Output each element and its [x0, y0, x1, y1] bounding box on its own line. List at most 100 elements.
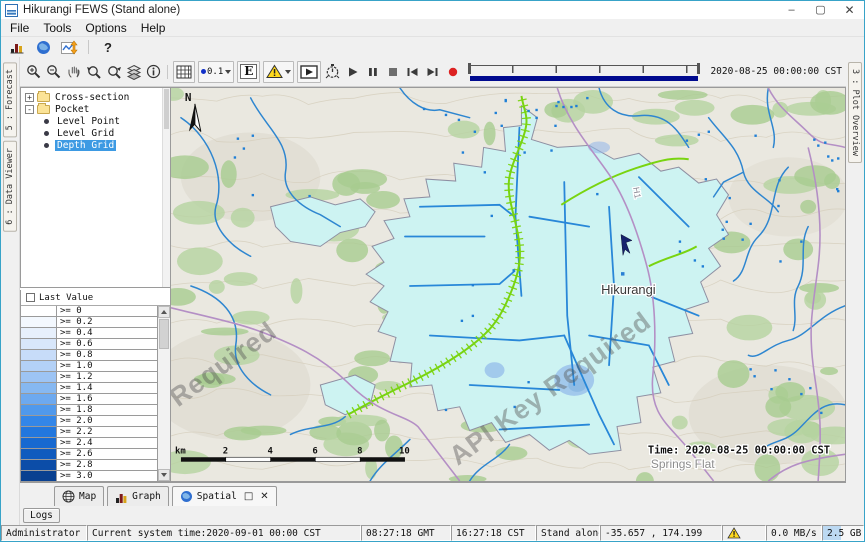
zoom-next-icon[interactable]	[104, 61, 123, 83]
time-slider-range-bar[interactable]	[470, 76, 698, 81]
legend-row[interactable]: >= 3.0	[21, 471, 157, 481]
legend-row[interactable]: >= 0.8	[21, 350, 157, 361]
legend-row[interactable]: >= 1.2	[21, 372, 157, 383]
legend-row[interactable]: >= 1.0	[21, 361, 157, 372]
status-warning-icon[interactable]	[722, 525, 766, 541]
legend-labels-button[interactable]: E	[237, 61, 260, 83]
legend-color-swatch	[21, 405, 57, 415]
legend-row[interactable]: >= 0.6	[21, 339, 157, 350]
scale-dropdown[interactable]: 0.1	[198, 61, 234, 83]
legend-row[interactable]: >= 2.2	[21, 427, 157, 438]
legend-row[interactable]: >= 1.8	[21, 405, 157, 416]
warning-triangle-icon	[266, 64, 283, 79]
current-datetime: 2020-08-25 00:00:00 CST	[706, 66, 842, 77]
logs-button[interactable]: Logs	[23, 508, 60, 523]
tab-graph-label: Graph	[132, 491, 161, 502]
collapse-toggle-icon[interactable]: -	[25, 105, 34, 114]
legend-row[interactable]: >= 0	[21, 306, 157, 317]
maximize-button[interactable]: ▢	[806, 1, 835, 19]
info-icon[interactable]	[144, 61, 163, 83]
tab-map[interactable]: Map	[54, 486, 104, 506]
status-system-time: Current system time:2020-09-01 00:00 CST	[87, 525, 361, 541]
tree-item-level-point[interactable]: Level Point	[21, 115, 170, 127]
town-label: Hikurangi	[601, 282, 656, 297]
folder-icon	[37, 105, 50, 114]
legend-row[interactable]: >= 1.6	[21, 394, 157, 405]
stop-icon[interactable]	[383, 61, 402, 83]
tab-graph[interactable]: Graph	[107, 486, 169, 506]
warnings-dropdown[interactable]	[263, 61, 294, 83]
legend-panel: Last Value >= 0>= 0.2>= 0.4>= 0.6>= 0.8>…	[20, 290, 170, 482]
scale-value: 0.1	[207, 67, 223, 77]
timer-icon[interactable]	[323, 61, 342, 83]
scale-dot-icon	[201, 69, 206, 74]
north-label: N	[185, 91, 192, 104]
panel-maximize-icon[interactable]: □	[244, 491, 253, 502]
scale-tick-label: 2	[223, 446, 228, 456]
scroll-up-icon[interactable]	[158, 306, 170, 318]
status-bar: Administrator Current system time:2020-0…	[1, 525, 864, 541]
spatial-globe-icon	[180, 490, 193, 503]
scrollbar-thumb[interactable]	[159, 319, 169, 349]
pan-hand-icon[interactable]	[64, 61, 83, 83]
menu-help[interactable]: Help	[135, 20, 172, 36]
help-button[interactable]: ?	[98, 40, 118, 55]
legend-row[interactable]: >= 1.4	[21, 383, 157, 394]
legend-value-label: >= 1.6	[57, 394, 157, 404]
zoom-in-icon[interactable]	[24, 61, 43, 83]
legend-color-swatch	[21, 361, 57, 371]
expand-toggle-icon[interactable]: +	[25, 93, 34, 102]
legend-row[interactable]: >= 2.6	[21, 449, 157, 460]
legend-color-swatch	[21, 350, 57, 360]
labels-icon: E	[240, 64, 257, 79]
timeseries-dialog-icon[interactable]	[59, 38, 79, 56]
legend-value-label: >= 0.8	[57, 350, 157, 360]
pause-icon[interactable]	[363, 61, 382, 83]
legend-value-label: >= 1.8	[57, 405, 157, 415]
tree-item-level-grid[interactable]: Level Grid	[21, 127, 170, 139]
side-tab-data-viewer[interactable]: 6 : Data Viewer	[3, 141, 17, 232]
layers-icon[interactable]	[124, 61, 143, 83]
map-view[interactable]: API Key Required API Key Required Hikura…	[171, 87, 846, 482]
side-tab-plot-overview[interactable]: 3 : Plot Overview	[848, 62, 862, 163]
legend-color-swatch	[21, 438, 57, 448]
legend-color-swatch	[21, 471, 57, 481]
tree-scrollbar[interactable]	[162, 88, 170, 287]
road-label: H1	[631, 186, 643, 199]
window-title: Hikurangi FEWS (Stand alone)	[23, 4, 180, 16]
minimize-button[interactable]: –	[777, 1, 806, 19]
legend-scrollbar[interactable]	[157, 306, 170, 481]
legend-row[interactable]: >= 2.0	[21, 416, 157, 427]
zoom-previous-icon[interactable]	[84, 61, 103, 83]
record-icon[interactable]	[443, 61, 462, 83]
legend-color-swatch	[21, 427, 57, 437]
menu-file[interactable]: File	[4, 20, 35, 36]
tree-item-cross-section[interactable]: + Cross-section	[21, 91, 170, 103]
tree-item-pocket[interactable]: - Pocket	[21, 103, 170, 115]
skip-last-icon[interactable]	[423, 61, 442, 83]
data-viewer-panel: + Cross-section - Pocket Level Point	[20, 87, 171, 482]
menu-tools[interactable]: Tools	[37, 20, 77, 36]
globe-icon[interactable]	[33, 38, 53, 56]
last-value-checkbox[interactable]	[26, 293, 35, 302]
zoom-out-icon[interactable]	[44, 61, 63, 83]
scroll-down-icon[interactable]	[158, 469, 170, 481]
close-button[interactable]: ✕	[835, 1, 864, 19]
tab-spatial[interactable]: Spatial □ ✕	[172, 486, 277, 506]
panel-close-icon[interactable]: ✕	[260, 491, 268, 502]
menu-options[interactable]: Options	[79, 20, 132, 36]
legend-row[interactable]: >= 0.4	[21, 328, 157, 339]
play-movie-button[interactable]	[297, 61, 321, 83]
legend-row[interactable]: >= 2.8	[21, 460, 157, 471]
legend-row[interactable]: >= 0.2	[21, 317, 157, 328]
logs-bar: Logs	[20, 506, 846, 525]
reports-icon[interactable]	[7, 38, 27, 56]
graph-icon	[115, 491, 128, 503]
skip-first-icon[interactable]	[403, 61, 422, 83]
tree-item-depth-grid[interactable]: Depth Grid	[21, 139, 170, 151]
side-tab-forecast[interactable]: 5 : Forecast	[3, 62, 17, 137]
grid-display-button[interactable]	[173, 61, 195, 83]
legend-row[interactable]: >= 2.4	[21, 438, 157, 449]
play-icon[interactable]	[343, 61, 362, 83]
time-slider[interactable]	[468, 62, 700, 82]
